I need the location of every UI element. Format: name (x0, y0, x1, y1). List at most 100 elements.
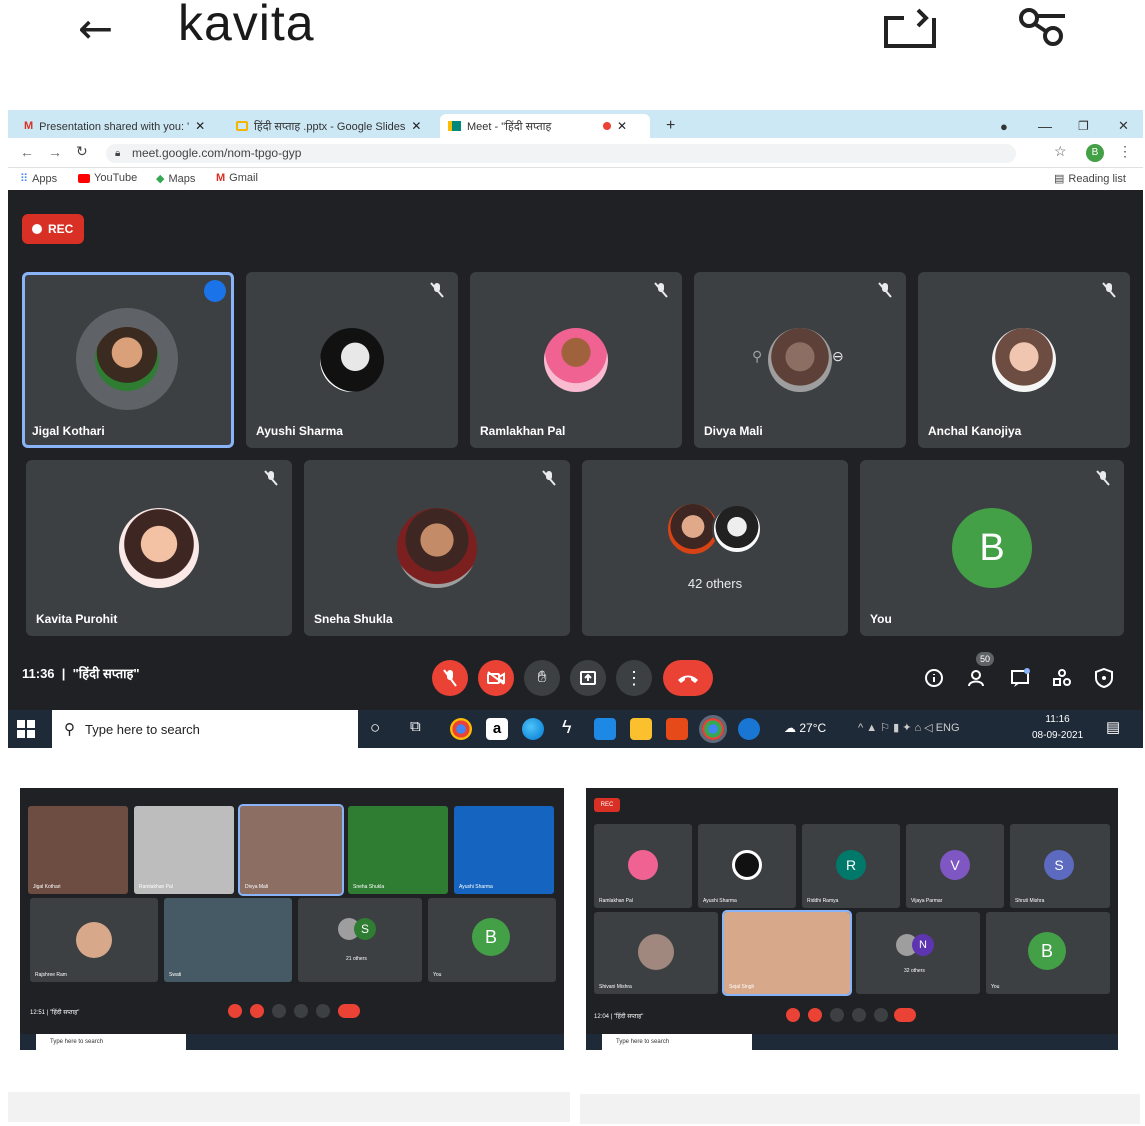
windows-taskbar: Type here to search (20, 1034, 564, 1050)
close-tab-icon[interactable]: ✕ (617, 119, 627, 133)
meeting-time: 12:51 (30, 1010, 46, 1016)
avatar (544, 328, 608, 392)
address-bar: ← → ↻ 🔒︎ meet.google.com/nom-tpgo-gyp ☆ … (8, 138, 1143, 168)
url-field[interactable]: 🔒︎ meet.google.com/nom-tpgo-gyp (106, 144, 1016, 163)
file-explorer-icon[interactable] (630, 718, 652, 740)
participant-tile: Sneha Shukla (348, 806, 448, 894)
minimize-icon[interactable]: — (1030, 114, 1060, 138)
chat-icon[interactable] (1010, 668, 1030, 688)
mail-icon[interactable] (594, 718, 616, 740)
help-icon[interactable] (738, 718, 760, 740)
meet-icon (448, 121, 461, 131)
account-circle-icon[interactable]: ● (992, 114, 1016, 138)
participant-name: Sneha Shukla (314, 612, 393, 626)
camera-toggle-button[interactable] (478, 660, 514, 696)
chrome-icon[interactable] (450, 718, 472, 740)
pin-icon[interactable]: ⚲ (752, 348, 762, 365)
bookmark-youtube[interactable]: YouTube (78, 172, 137, 184)
reading-list-button[interactable]: ▤ Reading list (1054, 172, 1126, 186)
avatar (768, 328, 832, 392)
slides-icon (236, 121, 248, 131)
avatar (668, 504, 718, 554)
participant-tile[interactable]: ⚲ ⊖ Divya Mali (694, 272, 906, 448)
participant-tile[interactable]: Ayushi Sharma (246, 272, 458, 448)
more-options-button (316, 1004, 330, 1018)
lock-icon: 🔒︎ (115, 148, 121, 159)
notifications-icon[interactable]: ▤ (1106, 718, 1120, 736)
back-icon[interactable]: ← (20, 144, 34, 160)
menu-kebab-icon[interactable]: ⋮ (1118, 143, 1132, 160)
leave-call-button[interactable] (663, 660, 713, 696)
new-tab-plus-icon[interactable]: + (658, 114, 683, 138)
restore-icon[interactable]: ❐ (1070, 114, 1097, 138)
share-icon[interactable] (880, 8, 940, 48)
participant-tile[interactable]: Jigal Kothari (22, 272, 234, 448)
avatar (732, 850, 762, 880)
chrome-active-icon[interactable] (699, 715, 727, 743)
participant-name: You (433, 972, 442, 978)
people-icon[interactable] (968, 668, 988, 688)
cortana-icon[interactable]: ○ (370, 718, 380, 738)
taskbar-search-input[interactable]: ⚲ Type here to search (52, 710, 358, 748)
thumbnail-meet-screenshot-right[interactable]: REC Ramlakhan Pal Ayushi Sharma R Riddhi … (586, 760, 1118, 1050)
participant-name: Shivani Mishra (599, 984, 632, 990)
placeholder-strip (580, 1094, 1140, 1124)
others-tile[interactable]: 42 others (582, 460, 848, 636)
close-window-icon[interactable]: ✕ (1110, 114, 1137, 138)
windows-start-icon[interactable] (16, 719, 36, 739)
raise-hand-button[interactable]: ✋︎ (524, 660, 560, 696)
participant-tile[interactable]: Anchal Kanojiya (918, 272, 1130, 448)
bolt-icon[interactable]: ϟ (562, 717, 572, 738)
mic-toggle-button[interactable] (432, 660, 468, 696)
others-count: 32 others (904, 968, 925, 974)
link-icon[interactable] (1015, 6, 1069, 50)
participant-tile: Ramlakhan Pal (134, 806, 234, 894)
avatar (992, 328, 1056, 392)
avatar (628, 850, 658, 880)
back-arrow-icon[interactable]: ← (78, 4, 113, 53)
recording-badge: REC (22, 214, 84, 244)
star-icon[interactable]: ☆ (1054, 143, 1067, 160)
host-controls-shield-icon[interactable] (1094, 668, 1114, 688)
bookmark-maps[interactable]: ◆ Maps (156, 172, 195, 186)
present-button[interactable] (570, 660, 606, 696)
self-avatar: B (952, 508, 1032, 588)
participant-tile[interactable]: Kavita Purohit (26, 460, 292, 636)
participant-name: You (991, 984, 1000, 990)
meeting-title: "हिंदी सप्ताह" (49, 1010, 80, 1016)
participant-tile: R Riddhi Ramya (802, 824, 900, 908)
info-icon[interactable] (924, 668, 944, 688)
avatar: N (912, 934, 934, 956)
profile-avatar[interactable]: B (1086, 144, 1104, 162)
close-tab-icon[interactable]: ✕ (411, 119, 421, 133)
system-tray[interactable]: ^ ▲ ⚐ ▮ ✦ ⌂ ◁ ENG (858, 721, 960, 734)
edge-icon[interactable] (522, 718, 544, 740)
weather-widget[interactable]: ☁︎ 27°C (784, 721, 826, 735)
taskbar-clock[interactable]: 11:16 08-09-2021 (1032, 712, 1083, 744)
clock-time: 11:16 (1045, 714, 1070, 725)
tab-gmail[interactable]: M Presentation shared with you: "ि ✕ (16, 114, 222, 138)
bookmark-gmail[interactable]: M Gmail (216, 172, 258, 184)
task-view-icon[interactable]: ⧉ (410, 718, 421, 735)
meeting-time: 12:04 (594, 1014, 610, 1020)
office-icon[interactable] (666, 718, 688, 740)
more-options-button[interactable]: ⋮ (616, 660, 652, 696)
participant-name: Jigal Kothari (33, 884, 61, 890)
forward-icon[interactable]: → (48, 144, 62, 160)
avatar (119, 508, 199, 588)
amazon-icon[interactable]: a (486, 718, 508, 740)
tab-slides[interactable]: हिंदी सप्ताह .pptx - Google Slides ✕ (228, 114, 436, 138)
remove-icon[interactable]: ⊖ (832, 348, 844, 365)
activities-icon[interactable] (1052, 668, 1072, 688)
thumbnail-meet-screenshot-left[interactable]: Jigal Kothari Ramlakhan Pal Divya Mali S… (20, 760, 564, 1050)
tab-meet[interactable]: Meet - "हिंदी सप्ताह ✕ (440, 114, 650, 138)
participant-tile[interactable]: Ramlakhan Pal (470, 272, 682, 448)
participant-tile[interactable]: Sneha Shukla (304, 460, 570, 636)
self-tile[interactable]: B You (860, 460, 1124, 636)
reload-icon[interactable]: ↻ (76, 143, 88, 160)
app-bar: ← kavita (0, 0, 1145, 100)
avatar: R (836, 850, 866, 880)
close-tab-icon[interactable]: ✕ (195, 119, 205, 133)
bookmark-apps[interactable]: ⠿ Apps (20, 172, 57, 186)
mic-off-icon (1096, 470, 1110, 486)
